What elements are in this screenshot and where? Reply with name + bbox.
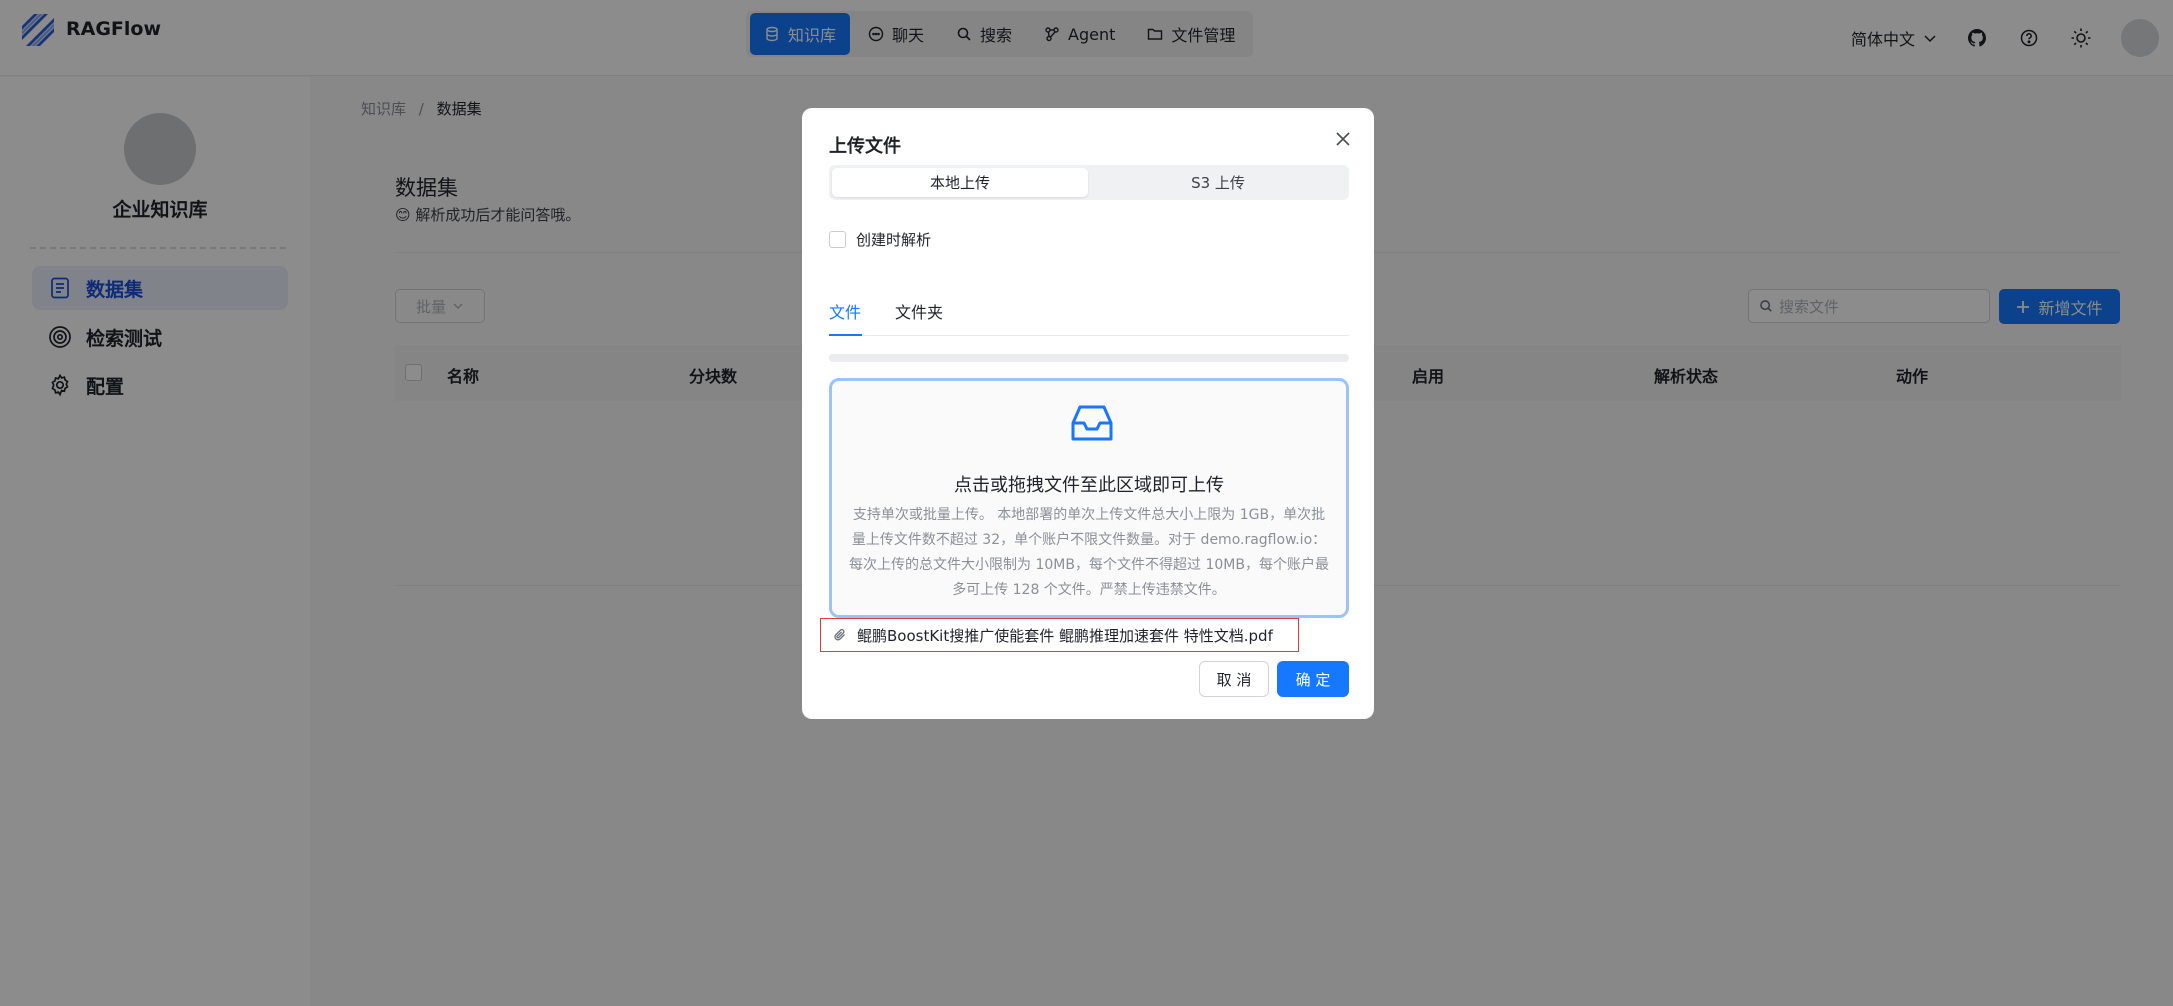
- inbox-icon: [1071, 405, 1113, 441]
- cancel-button[interactable]: 取 消: [1199, 661, 1269, 697]
- upload-progress-bar: [829, 354, 1349, 362]
- s3-upload-tab[interactable]: S3 上传: [1090, 168, 1346, 197]
- parse-on-create-label: 创建时解析: [856, 231, 932, 249]
- tab-file[interactable]: 文件: [829, 299, 861, 323]
- upload-file-dialog: 上传文件 本地上传 S3 上传 创建时解析 文件 文件夹 点击或拖拽文件至此区域…: [802, 108, 1374, 719]
- dropzone-hint: 支持单次或批量上传。 本地部署的单次上传文件总大小上限为 1GB，单次批量上传文…: [849, 507, 1329, 598]
- close-icon[interactable]: [1332, 128, 1354, 150]
- file-name: 鲲鹏BoostKit搜推广使能套件 鲲鹏推理加速套件 特性文档.pdf: [857, 626, 1273, 645]
- parse-on-create-checkbox[interactable]: 创建时解析: [829, 229, 931, 250]
- upload-source-switch: 本地上传 S3 上传: [829, 165, 1349, 200]
- selected-file-item[interactable]: 鲲鹏BoostKit搜推广使能套件 鲲鹏推理加速套件 特性文档.pdf: [820, 618, 1299, 652]
- tab-folder[interactable]: 文件夹: [895, 299, 943, 323]
- active-tab-indicator: [829, 334, 862, 336]
- upload-type-tabs: 文件 文件夹: [829, 291, 1349, 336]
- dialog-title: 上传文件: [829, 136, 901, 157]
- checkbox-box: [829, 231, 846, 248]
- upload-dropzone[interactable]: 点击或拖拽文件至此区域即可上传 支持单次或批量上传。 本地部署的单次上传文件总大…: [829, 378, 1349, 618]
- paperclip-icon: [834, 628, 845, 641]
- confirm-button[interactable]: 确 定: [1277, 661, 1349, 697]
- dropzone-title: 点击或拖拽文件至此区域即可上传: [954, 475, 1224, 496]
- local-upload-tab[interactable]: 本地上传: [832, 168, 1088, 197]
